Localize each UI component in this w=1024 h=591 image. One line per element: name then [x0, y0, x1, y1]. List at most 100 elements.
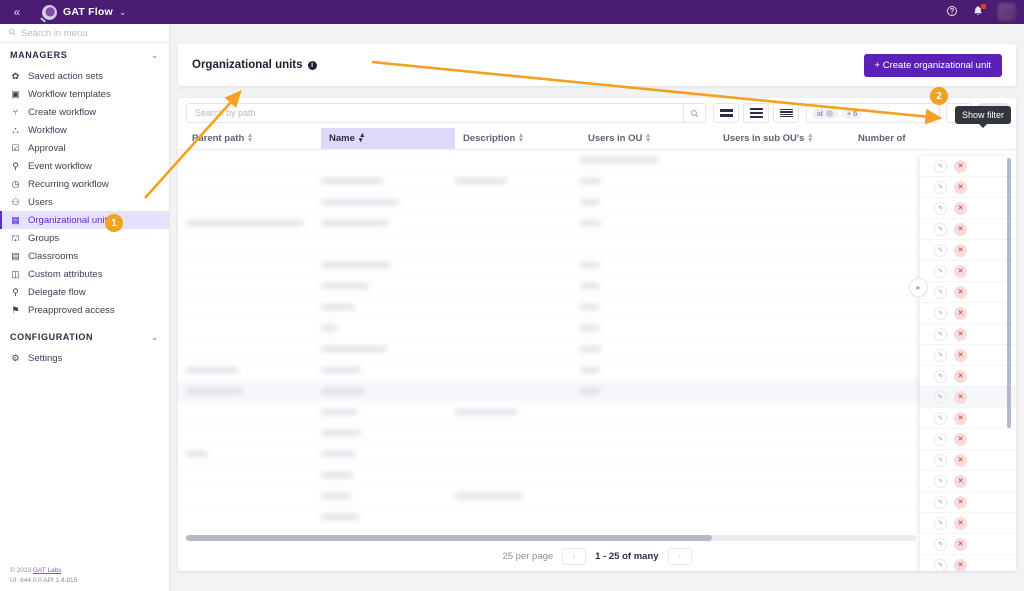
previous-page-button[interactable]: ‹: [562, 547, 587, 565]
sidebar-item-users[interactable]: ⚇ Users: [0, 193, 169, 211]
column-header-users-in-sub-ous[interactable]: Users in sub OU's ▴ ▾: [715, 128, 850, 149]
edit-icon[interactable]: ✎: [934, 222, 947, 236]
vertical-scrollbar[interactable]: [1007, 158, 1011, 428]
delete-icon[interactable]: ✕: [954, 159, 967, 173]
table-row[interactable]: [178, 192, 1016, 213]
edit-icon[interactable]: ✎: [934, 159, 947, 173]
collapse-sidebar-icon[interactable]: «: [0, 0, 34, 24]
search-submit-button[interactable]: [683, 103, 706, 123]
column-header-number-of[interactable]: Number of: [850, 128, 950, 149]
edit-icon[interactable]: ✎: [934, 432, 947, 446]
column-chip-id[interactable]: id: [812, 107, 838, 119]
table-row[interactable]: [178, 360, 1016, 381]
table-row[interactable]: [178, 318, 1016, 339]
edit-icon[interactable]: ✎: [934, 411, 947, 425]
sidebar-item-workflow-templates[interactable]: ▣ Workflow templates: [0, 85, 169, 103]
sort-icon-asc[interactable]: ▲ ▾: [359, 132, 366, 144]
sort-icon[interactable]: ▴ ▾: [646, 132, 650, 144]
delete-icon[interactable]: ✕: [954, 264, 967, 278]
sidebar-item-organizational-units[interactable]: ▦ Organizational units: [0, 211, 169, 229]
delete-icon[interactable]: ✕: [954, 285, 967, 299]
gat-labs-link[interactable]: GAT Labs: [33, 567, 62, 574]
search-input[interactable]: Search by path: [186, 103, 684, 123]
delete-icon[interactable]: ✕: [954, 327, 967, 341]
sort-icon[interactable]: ▴ ▾: [808, 132, 812, 144]
edit-icon[interactable]: ✎: [934, 516, 947, 530]
delete-icon[interactable]: ✕: [954, 516, 967, 530]
column-header-name[interactable]: Name ▲ ▾: [321, 128, 455, 149]
sidebar-item-groups[interactable]: ⛫ Groups: [0, 229, 169, 247]
table-row[interactable]: [178, 171, 1016, 192]
table-row[interactable]: [178, 255, 1016, 276]
table-row[interactable]: [178, 213, 1016, 234]
edit-icon[interactable]: ✎: [934, 327, 947, 341]
column-header-description[interactable]: Description ▴ ▾: [455, 128, 580, 149]
density-cozy-icon[interactable]: [743, 103, 769, 123]
table-row[interactable]: [178, 150, 1016, 171]
chevron-down-icon[interactable]: ⌄: [151, 332, 159, 343]
delete-icon[interactable]: ✕: [954, 201, 967, 215]
table-row[interactable]: [178, 297, 1016, 318]
density-comfortable-icon[interactable]: [713, 103, 739, 123]
delete-icon[interactable]: ✕: [954, 474, 967, 488]
edit-icon[interactable]: ✎: [934, 180, 947, 194]
sidebar-item-saved-action-sets[interactable]: ✿ Saved action sets: [0, 67, 169, 85]
density-compact-icon[interactable]: [773, 103, 799, 123]
column-header-users-in-ou[interactable]: Users in OU ▴ ▾: [580, 128, 715, 149]
table-row[interactable]: [178, 507, 1016, 520]
delete-icon[interactable]: ✕: [954, 495, 967, 509]
sidebar-group-configuration[interactable]: CONFIGURATION ⌄: [0, 325, 169, 349]
delete-icon[interactable]: ✕: [954, 453, 967, 467]
sidebar-item-workflow[interactable]: ⛬ Workflow: [0, 121, 169, 139]
sidebar-item-classrooms[interactable]: ▤ Classrooms: [0, 247, 169, 265]
edit-icon[interactable]: ✎: [934, 243, 947, 257]
column-header-parent-path[interactable]: Parent path ▴ ▾: [186, 128, 321, 149]
sidebar-item-preapproved-access[interactable]: ⚑ Preapproved access: [0, 301, 169, 319]
edit-icon[interactable]: ✎: [934, 453, 947, 467]
chevron-right-icon[interactable]: ▸: [909, 278, 928, 297]
edit-icon[interactable]: ✎: [934, 285, 947, 299]
edit-icon[interactable]: ✎: [934, 348, 947, 362]
edit-icon[interactable]: ✎: [934, 306, 947, 320]
table-row[interactable]: [178, 402, 1016, 423]
sidebar-item-approval[interactable]: ☑ Approval: [0, 139, 169, 157]
delete-icon[interactable]: ✕: [954, 369, 967, 383]
brand-menu[interactable]: GAT Flow ⌄: [42, 4, 127, 20]
table-row[interactable]: [178, 486, 1016, 507]
sidebar-item-custom-attributes[interactable]: ◫ Custom attributes: [0, 265, 169, 283]
create-organizational-unit-button[interactable]: + Create organizational unit: [863, 53, 1002, 77]
table-body[interactable]: [178, 150, 1016, 520]
sort-icon[interactable]: ▴ ▾: [248, 132, 252, 144]
delete-icon[interactable]: ✕: [954, 222, 967, 236]
next-page-button[interactable]: ›: [667, 547, 692, 565]
edit-icon[interactable]: ✎: [934, 264, 947, 278]
chevron-down-icon[interactable]: ⌄: [927, 109, 934, 118]
notifications-bell-icon[interactable]: [972, 4, 986, 19]
table-row[interactable]: [178, 444, 1016, 465]
chevron-down-icon[interactable]: ⌄: [119, 7, 127, 18]
delete-icon[interactable]: ✕: [954, 432, 967, 446]
delete-icon[interactable]: ✕: [954, 348, 967, 362]
help-icon[interactable]: [946, 5, 958, 19]
delete-icon[interactable]: ✕: [954, 243, 967, 257]
edit-icon[interactable]: ✎: [934, 201, 947, 215]
per-page-label[interactable]: 25 per page: [502, 551, 553, 562]
columns-select[interactable]: id + 6 ⌄: [806, 103, 940, 123]
table-row[interactable]: [178, 339, 1016, 360]
table-row[interactable]: [178, 234, 1016, 255]
sidebar-item-delegate-flow[interactable]: ⚲ Delegate flow: [0, 283, 169, 301]
sidebar-item-recurring-workflow[interactable]: ◷ Recurring workflow: [0, 175, 169, 193]
info-icon[interactable]: i: [307, 60, 317, 70]
edit-icon[interactable]: ✎: [934, 369, 947, 383]
sidebar-item-create-workflow[interactable]: ⑂ Create workflow: [0, 103, 169, 121]
delete-icon[interactable]: ✕: [954, 411, 967, 425]
sidebar-group-managers[interactable]: MANAGERS ⌄: [0, 43, 169, 67]
edit-icon[interactable]: ✎: [934, 390, 947, 404]
table-row[interactable]: [178, 381, 1016, 402]
menu-search[interactable]: Search in menu: [0, 24, 169, 43]
edit-icon[interactable]: ✎: [934, 474, 947, 488]
table-row[interactable]: [178, 276, 1016, 297]
delete-icon[interactable]: ✕: [954, 390, 967, 404]
table-row[interactable]: [178, 465, 1016, 486]
avatar[interactable]: [998, 3, 1016, 21]
